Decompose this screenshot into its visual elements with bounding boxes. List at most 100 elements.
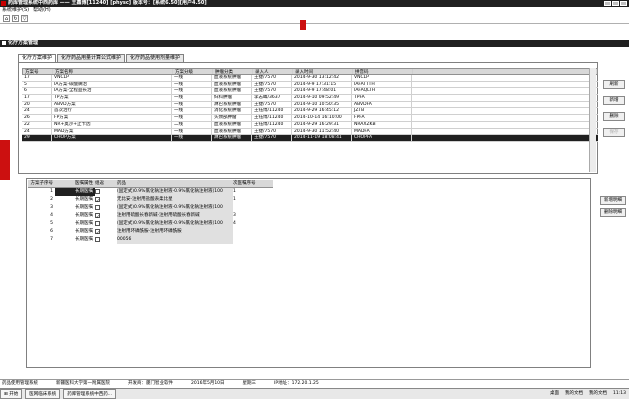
add-button[interactable]: 新增 (603, 96, 625, 105)
order-type-cell: 长期医嘱 (75, 213, 93, 218)
status-hospital: 新疆医科大学第一附属医院 (56, 381, 110, 386)
table-row[interactable]: 24 首次治疗 一线 消化系统肿瘤 王钰博/11240 2014-9-29 16:45:1… (22, 108, 598, 116)
group-checkbox[interactable] (95, 221, 100, 226)
sub-seq-cell: 1 (50, 189, 53, 194)
tray-documents-2[interactable]: 我的文档 (589, 389, 607, 399)
detail-row[interactable]: 4 长期医嘱 ✓ 注射用硫酸长春新碱-注射用硫酸长春新碱 3 (28, 212, 273, 220)
table-cell: 17 (22, 75, 52, 81)
table-cell: 26 (22, 115, 52, 121)
tray-documents[interactable]: 我的文档 (565, 389, 583, 399)
col-header[interactable]: 组返 (95, 180, 117, 187)
sub-seq-cell: 3 (50, 205, 53, 210)
table-cell: TP方案 (52, 95, 172, 101)
drug-cell[interactable]: 00056 (117, 236, 233, 244)
table-row[interactable]: 26 FP方案 一线 头颈部肿瘤 王钰博/11240 2014-10-14 16:10:0… (22, 115, 598, 122)
table-row[interactable]: 22 NR+奥沙+止卡因 二线 血液系统肿瘤 王钰博/11240 2014-9-29 16… (22, 121, 598, 129)
table-row[interactable]: 20 ABVD方案 一线 淋巴系统肿瘤 王捷/7570 2014-9-10 10:50:3… (22, 101, 598, 109)
table-cell: 24 (22, 108, 52, 115)
drug-cell[interactable]: 无比安-注射用盐酸表柔比星 (117, 196, 233, 204)
col-header[interactable]: 方案号 (23, 69, 53, 74)
upper-button-column: 刷新 新增 删除 保存 (603, 80, 625, 137)
table-cell: 二线 (172, 121, 212, 128)
table-cell: 王捷/7570 (252, 135, 292, 141)
table-cell: 29 (22, 135, 52, 141)
home-icon[interactable]: ⌂ (3, 15, 10, 22)
table-cell: 淋巴系统肿瘤 (212, 135, 252, 141)
group-cell: ✓ (95, 196, 117, 204)
refresh-icon[interactable]: ↻ (12, 15, 19, 22)
detail-row[interactable]: 6 长期医嘱 ✓ 注射用环磷酰胺-注射用环磷酰胺 (28, 228, 273, 236)
detail-body: 1 长期医嘱 (固定式)0.9%氯化钠注射液-0.9%氯化钠注射液(100 1 2 长期医… (28, 188, 273, 244)
table-row[interactable]: 24 MAD方案 一线 血液系统肿瘤 王捷/7570 2014-9-30 11:52:40… (22, 128, 598, 136)
filter-icon[interactable]: ▽ (21, 15, 28, 22)
start-button[interactable]: ⊞ 开始 (0, 389, 23, 399)
order-type-select[interactable]: 长期医嘱 (55, 188, 95, 196)
table-row[interactable]: 17 VNCLP 一线 血液系统肿瘤 王捷/7570 2014-9-30 13:12:42… (22, 75, 598, 82)
sub-seq-cell: 7 (50, 237, 53, 242)
drug-cell[interactable]: (固定式)0.9%氯化钠注射液-0.9%氯化钠注射液(100 (117, 204, 233, 212)
sub-seq-cell: 4 (50, 213, 53, 218)
table-row[interactable]: 6 IA方案-全程益长治 一线 血液系统肿瘤 王捷/7570 2014-9-9 17:48… (22, 88, 598, 96)
table-cell: 一线 (172, 135, 212, 141)
tab-regimen-maintenance[interactable]: 化疗方案维护 (18, 54, 57, 62)
col-header[interactable]: 方案子序号 (28, 180, 55, 187)
drug-cell[interactable]: 注射用环磷酰胺-注射用环磷酰胺 (117, 228, 233, 236)
window-controls (604, 1, 627, 6)
group-checkbox[interactable]: ✓ (95, 213, 100, 220)
tab-dose-maintenance[interactable]: 化疗药品使用剂量维护 (126, 54, 185, 62)
table-cell: ABVDFA (352, 101, 412, 108)
col-header[interactable]: 次医嘱序号 (233, 180, 273, 187)
table-row[interactable]: 5 IA方案-碳酸镧治 一线 血液系统肿瘤 王捷/7570 2014-9-9 17:31:… (22, 81, 598, 89)
order-type-cell: 长期医嘱 (75, 229, 93, 234)
main-window: 药库管理系统中西药库 —— 王鑫博[11240] [physc] 版本号：[系统… (0, 0, 629, 399)
table-cell: 2014-9-29 16:45:12 (292, 108, 352, 115)
group-checkbox[interactable] (95, 237, 100, 242)
maximize-button[interactable] (612, 1, 619, 6)
detail-row[interactable]: 3 长期医嘱 (固定式)0.9%氯化钠注射液-0.9%氯化钠注射液(100 (28, 204, 273, 212)
detail-row[interactable]: 5 长期医嘱 (固定式)0.9%氯化钠注射液-0.9%氯化钠注射液(100 4 (28, 220, 273, 228)
delete-detail-button[interactable]: 删除明细 (600, 208, 626, 217)
col-header[interactable]: 医嘱属性 (55, 180, 95, 187)
refresh-button[interactable]: 刷新 (603, 80, 625, 89)
col-header[interactable]: 录入人 (253, 69, 293, 74)
delete-button[interactable]: 删除 (603, 112, 625, 121)
add-detail-button[interactable]: 新增明细 (600, 196, 626, 205)
task-clinical[interactable]: 医网临床系统 (25, 389, 61, 399)
col-header[interactable]: 方案名称 (53, 69, 173, 74)
col-header[interactable]: 肿瘤分类 (213, 69, 253, 74)
table-cell: 一线 (172, 108, 212, 115)
table-row[interactable]: 29 CHOP方案 一线 淋巴系统肿瘤 王捷/7570 2014-11-19 18:08:… (22, 135, 598, 142)
table-cell: 一线 (172, 75, 212, 81)
task-pharmacy[interactable]: 药库管理系统中西药... (63, 389, 117, 399)
close-button[interactable] (620, 1, 627, 6)
group-checkbox[interactable] (95, 189, 100, 194)
table-row[interactable]: 17 TP方案 一线 妇科肿瘤 李志峰/3637 2014-9-10 09:52:49 TP… (22, 95, 598, 102)
table-cell: 一线 (172, 101, 212, 108)
col-header[interactable]: 拼音码 (353, 69, 413, 74)
drug-cell[interactable]: 注射用硫酸长春新碱-注射用硫酸长春新碱 (117, 212, 233, 220)
subwindow-title-bar: 化疗方案管理 (0, 40, 629, 47)
group-cell: ✓ (95, 212, 117, 220)
table-cell: 2014-10-14 16:10:00 (292, 115, 352, 121)
col-header[interactable]: 方案分级 (173, 69, 213, 74)
table-cell: 24 (22, 128, 52, 135)
col-header[interactable]: 录入时间 (293, 69, 353, 74)
app-icon (1, 1, 6, 6)
group-checkbox[interactable] (95, 205, 100, 210)
col-header[interactable]: 药品 (117, 180, 233, 187)
tray-desktop[interactable]: 桌面 (550, 389, 559, 399)
annotation-mark (300, 20, 306, 30)
detail-row[interactable]: 1 长期医嘱 (固定式)0.9%氯化钠注射液-0.9%氯化钠注射液(100 1 (28, 188, 273, 196)
detail-row[interactable]: 2 长期医嘱 ✓ 无比安-注射用盐酸表柔比星 1 (28, 196, 273, 204)
drug-cell[interactable]: (固定式)0.9%氯化钠注射液-0.9%氯化钠注射液(100 (117, 220, 233, 228)
minimize-button[interactable] (604, 1, 611, 6)
group-checkbox[interactable]: ✓ (95, 197, 100, 204)
table-cell: 一线 (172, 88, 212, 95)
lower-button-column: 新增明细 删除明细 (600, 196, 626, 217)
drug-cell[interactable]: (固定式)0.9%氯化钠注射液-0.9%氯化钠注射液(100 (117, 188, 233, 196)
vertical-scrollbar[interactable] (589, 68, 596, 172)
save-button[interactable]: 保存 (603, 128, 625, 137)
detail-row[interactable]: 7 长期医嘱 00056 (28, 236, 273, 244)
group-checkbox[interactable]: ✓ (95, 229, 100, 236)
tab-dosage-formula[interactable]: 化疗药品用量计算公式维护 (57, 54, 126, 62)
